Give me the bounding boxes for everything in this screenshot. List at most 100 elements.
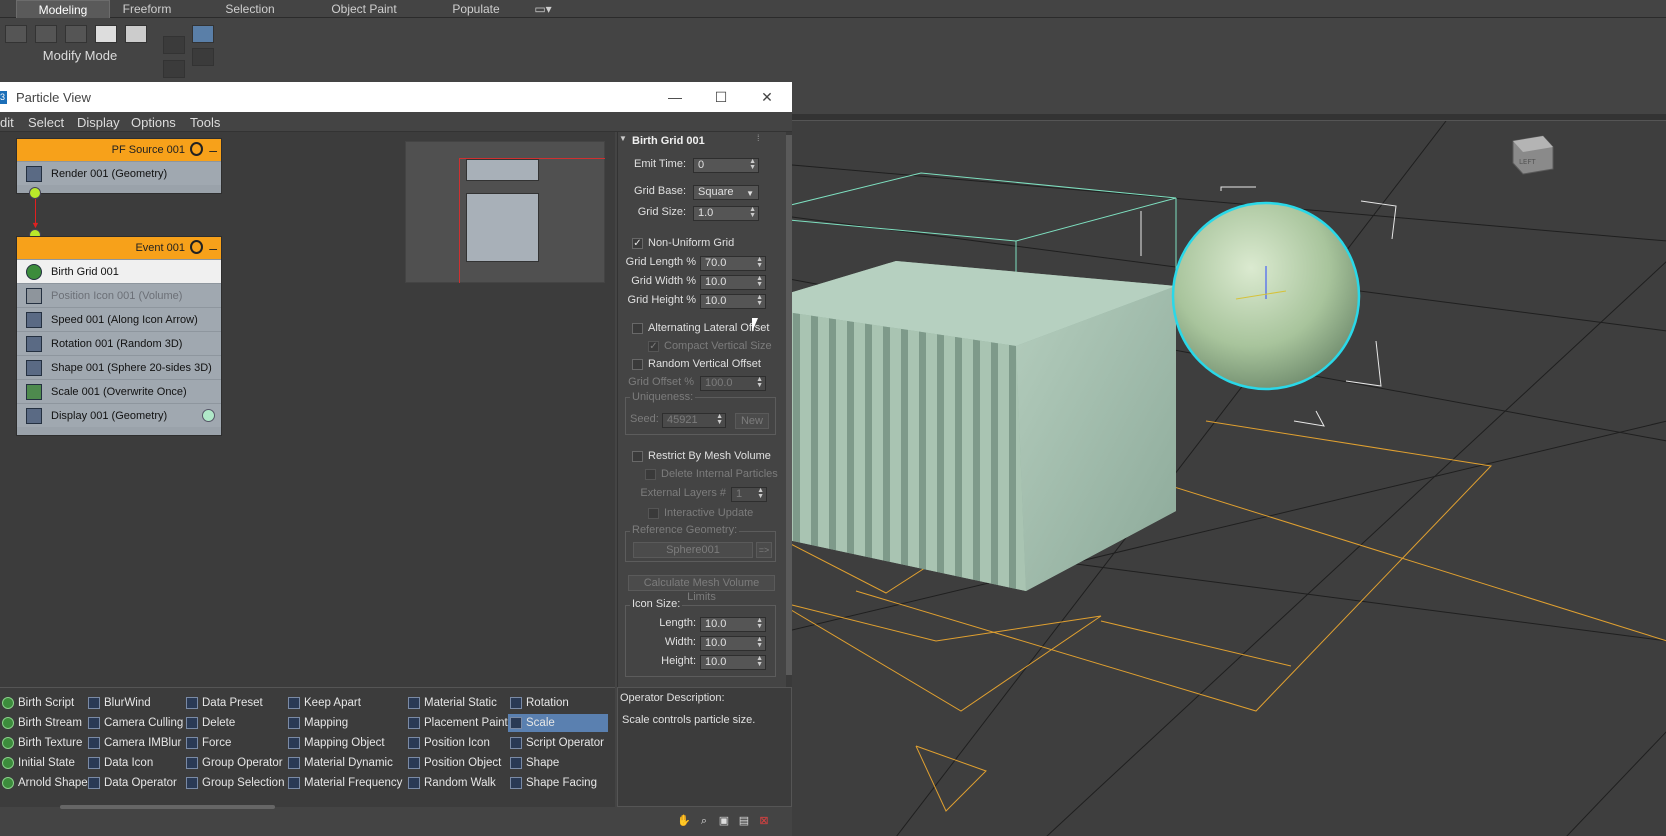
depot-item[interactable]: Data Preset [184, 694, 286, 712]
depot-item[interactable]: Material Static [406, 694, 508, 712]
grid-length-field[interactable]: 70.0 ▲ ▼ [700, 256, 766, 271]
event-node[interactable]: Event 001 – Birth Grid 001 Position Icon… [16, 236, 222, 436]
perspective-viewport[interactable]: LEFT [745, 120, 1666, 836]
grid-height-field[interactable]: 10.0 ▲ ▼ [700, 294, 766, 309]
ribbon-tool-icon[interactable] [163, 60, 185, 78]
tab-modeling[interactable]: Modeling [16, 0, 110, 18]
spinner-icon[interactable]: ▲ ▼ [756, 376, 763, 389]
spinner-icon[interactable]: ▲ ▼ [756, 294, 763, 307]
collapse-icon[interactable]: – [209, 139, 217, 161]
length-field[interactable]: 10.0 ▲ ▼ [700, 617, 766, 632]
emit-time-field[interactable]: 0 ▲ ▼ [693, 158, 759, 173]
no-zoom-icon[interactable]: ⊠ [757, 814, 771, 828]
tab-freeform[interactable]: Freeform [114, 0, 180, 18]
menu-edit[interactable]: dit [0, 115, 14, 130]
tab-object-paint[interactable]: Object Paint [322, 0, 406, 18]
output-connector[interactable] [29, 187, 41, 199]
depot-item[interactable]: Mapping Object [286, 734, 406, 752]
depot-item[interactable]: Material Dynamic [286, 754, 406, 772]
non-uniform-grid-checkbox[interactable]: ✓ [632, 238, 643, 249]
pf-source-node[interactable]: PF Source 001 – Render 001 (Geometry) [16, 138, 222, 194]
ribbon-tool-icon[interactable] [192, 48, 214, 66]
random-vertical-offset-checkbox[interactable] [632, 359, 643, 370]
grid-size-field[interactable]: 1.0 ▲ ▼ [693, 206, 759, 221]
rollout-collapse-icon[interactable]: ▼ [619, 134, 627, 143]
depot-scrollbar-thumb[interactable] [60, 805, 275, 809]
depot-item[interactable]: Data Icon [86, 754, 184, 772]
operator-rotation[interactable]: Rotation 001 (Random 3D) [17, 331, 221, 355]
compact-vertical-size-checkbox[interactable]: ✓ [648, 341, 659, 352]
depot-item[interactable]: Birth Script [0, 694, 86, 712]
ribbon-tool-icon[interactable] [163, 36, 185, 54]
seed-field[interactable]: 45921 ▲ ▼ [662, 413, 726, 428]
window-title-bar[interactable]: 3 Particle View — ☐ ✕ [0, 82, 792, 112]
operator-speed[interactable]: Speed 001 (Along Icon Arrow) [17, 307, 221, 331]
navigator-thumbnail[interactable] [405, 141, 605, 283]
depot-item[interactable]: Position Object [406, 754, 508, 772]
depot-item[interactable]: BlurWind [86, 694, 184, 712]
edge-mode-icon[interactable] [35, 25, 57, 43]
tab-populate[interactable]: Populate [446, 0, 506, 18]
depot-item[interactable]: Mapping [286, 714, 406, 732]
grid-base-dropdown[interactable]: Square ▼ [693, 185, 759, 200]
restrict-by-mesh-volume-checkbox[interactable] [632, 451, 643, 462]
rollout-title[interactable]: Birth Grid 001 [632, 135, 705, 147]
depot-item[interactable]: Initial State [0, 754, 86, 772]
menu-tools[interactable]: Tools [190, 115, 220, 130]
spinner-icon[interactable]: ▲ ▼ [716, 413, 723, 426]
node-header[interactable]: PF Source 001 – [17, 139, 221, 161]
zoom-icon[interactable]: ⌕ [697, 814, 711, 828]
minimize-button[interactable]: — [665, 88, 685, 106]
depot-item[interactable]: Camera Culling [86, 714, 184, 732]
border-mode-icon[interactable] [65, 25, 87, 43]
alternating-lateral-offset-checkbox[interactable] [632, 323, 643, 334]
collapse-icon[interactable]: – [209, 237, 217, 259]
zoom-extents-icon[interactable]: ▤ [737, 814, 751, 828]
external-layers-field[interactable]: 1 ▲ ▼ [731, 487, 767, 502]
tab-selection[interactable]: Selection [216, 0, 284, 18]
spinner-icon[interactable]: ▲ ▼ [757, 487, 764, 500]
menu-options[interactable]: Options [131, 115, 176, 130]
spinner-icon[interactable]: ▲ ▼ [756, 275, 763, 288]
operator-shape[interactable]: Shape 001 (Sphere 20-sides 3D) [17, 355, 221, 379]
maximize-button[interactable]: ☐ [711, 88, 731, 106]
params-scrollbar-thumb[interactable] [786, 135, 792, 675]
depot-item[interactable]: Random Walk [406, 774, 508, 792]
width-field[interactable]: 10.0 ▲ ▼ [700, 636, 766, 651]
zoom-region-icon[interactable]: ▣ [717, 814, 731, 828]
depot-item-scale[interactable]: Scale [508, 714, 608, 732]
depot-item[interactable]: Keep Apart [286, 694, 406, 712]
pick-arrow-button[interactable]: => [756, 542, 772, 558]
node-header[interactable]: Event 001 – [17, 237, 221, 259]
light-bulb-icon[interactable] [190, 240, 203, 254]
element-mode-icon[interactable] [125, 25, 147, 43]
depot-item[interactable]: Shape [508, 754, 608, 772]
grid-offset-field[interactable]: 100.0 ▲ ▼ [700, 376, 766, 391]
depot-item[interactable]: Rotation [508, 694, 608, 712]
depot-item[interactable]: Position Icon [406, 734, 508, 752]
operator-position-icon[interactable]: Position Icon 001 (Volume) [17, 283, 221, 307]
depot-item[interactable]: Shape Facing [508, 774, 608, 792]
depot-item[interactable]: Arnold Shape [0, 774, 88, 792]
spinner-icon[interactable]: ▲ ▼ [756, 256, 763, 269]
spinner-icon[interactable]: ▲ ▼ [749, 206, 756, 219]
light-bulb-icon[interactable] [190, 142, 203, 156]
interactive-update-checkbox[interactable] [648, 508, 659, 519]
depot-item[interactable]: Data Operator [86, 774, 184, 792]
depot-item[interactable]: Group Selection [184, 774, 286, 792]
operator-item[interactable]: Render 001 (Geometry) [17, 161, 221, 185]
depot-item[interactable]: Delete [184, 714, 286, 732]
calculate-mesh-volume-limits-button[interactable]: Calculate Mesh Volume Limits [628, 575, 775, 603]
grid-width-field[interactable]: 10.0 ▲ ▼ [700, 275, 766, 290]
display-color-swatch[interactable] [202, 409, 215, 422]
depot-item[interactable]: Placement Paint [406, 714, 508, 732]
pan-hand-icon[interactable]: ✋ [677, 814, 691, 828]
operator-birth-grid[interactable]: Birth Grid 001 [17, 259, 221, 283]
menu-select[interactable]: Select [28, 115, 64, 130]
spinner-icon[interactable]: ▲ ▼ [756, 655, 763, 668]
light-bulb-icon[interactable] [192, 25, 214, 43]
polygon-mode-icon[interactable] [95, 25, 117, 43]
depot-item[interactable]: Group Operator [184, 754, 286, 772]
ribbon-options-dropdown[interactable]: ▭▾ [530, 0, 556, 18]
depot-item[interactable]: Camera IMBlur [86, 734, 184, 752]
